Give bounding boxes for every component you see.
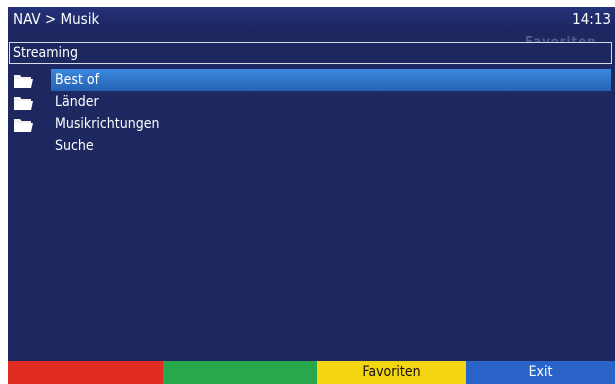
menu-list: Best of Länder Musikrichtungen Suche xyxy=(8,69,615,157)
breadcrumb-title: NAV > Musik xyxy=(13,10,100,28)
list-item-label: Musikrichtungen xyxy=(55,116,160,132)
section-title: Streaming xyxy=(13,45,79,61)
green-key-button[interactable] xyxy=(163,361,317,384)
section-title-bar: Streaming xyxy=(9,42,612,64)
list-item-label: Länder xyxy=(55,94,99,110)
exit-button[interactable]: Exit xyxy=(466,361,615,384)
list-item-laender[interactable]: Länder xyxy=(8,91,615,113)
list-item-best-of[interactable]: Best of xyxy=(8,69,615,91)
list-item-musikrichtungen[interactable]: Musikrichtungen xyxy=(8,113,615,135)
header-bar: NAV > Musik 14:13 xyxy=(8,7,615,31)
list-item-suche[interactable]: Suche xyxy=(8,135,615,157)
folder-icon xyxy=(14,117,33,132)
favorites-button[interactable]: Favoriten xyxy=(317,361,466,384)
list-item-label: Suche xyxy=(55,138,94,154)
color-key-bar: Favoriten Exit xyxy=(8,361,615,384)
red-key-button[interactable] xyxy=(8,361,163,384)
list-item-label: Best of xyxy=(51,69,611,91)
clock: 14:13 xyxy=(572,10,611,28)
tv-menu-screen: NAV > Musik 14:13 Favoriten Streaming Be… xyxy=(8,7,615,384)
folder-icon xyxy=(14,95,33,110)
folder-icon xyxy=(14,73,33,88)
